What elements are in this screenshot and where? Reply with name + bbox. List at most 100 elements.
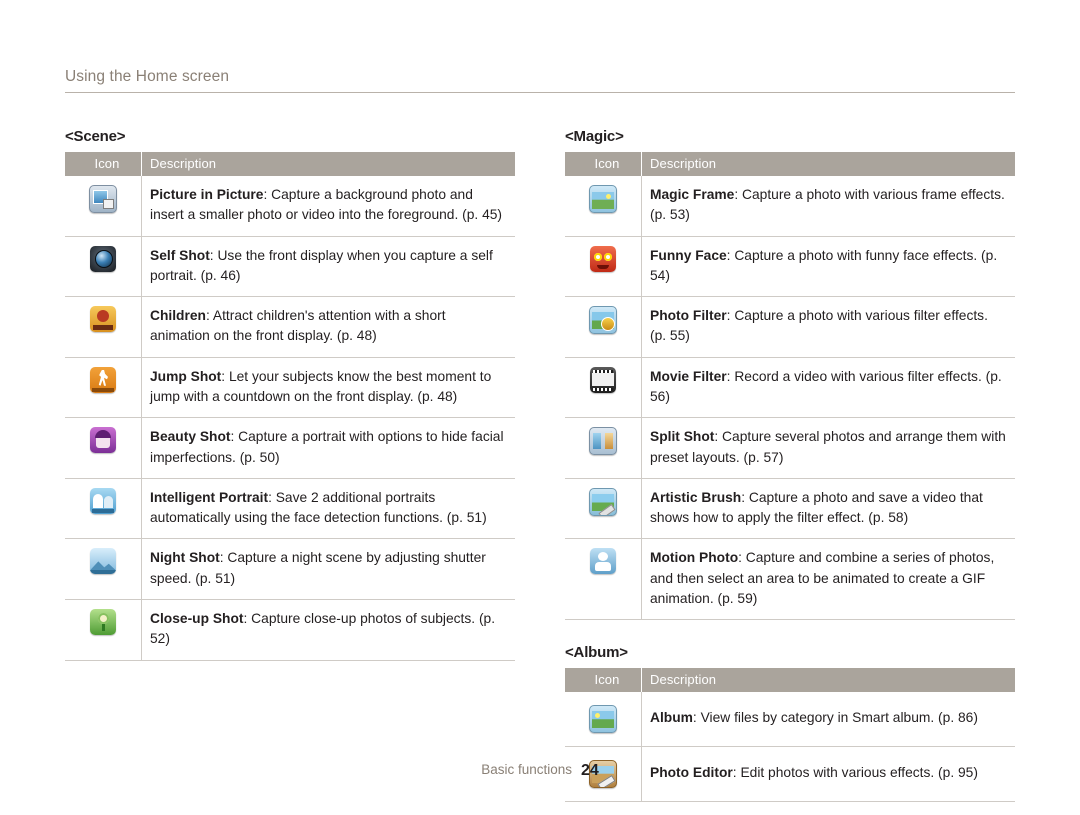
row-description-cell: Movie Filter: Record a video with variou… (641, 357, 1015, 419)
motion-photo-icon (590, 548, 616, 575)
row-icon-cell (565, 357, 642, 419)
row-description-cell: Photo Filter: Capture a photo with vario… (641, 296, 1015, 358)
row-description-cell: Intelligent Portrait: Save 2 additional … (141, 478, 515, 540)
album-table: Icon Description Album: View files by ca… (565, 668, 1015, 803)
feature-name: Night Shot (150, 550, 220, 566)
night-shot-icon (90, 548, 116, 575)
funny-face-icon (590, 245, 616, 272)
feature-name: Jump Shot (150, 368, 222, 384)
self-shot-icon (90, 245, 116, 272)
table-header-row: Icon Description (65, 152, 515, 176)
album-icon (589, 705, 617, 734)
page-header: Using the Home screen (65, 68, 1015, 93)
table-row: Intelligent Portrait: Save 2 additional … (65, 478, 515, 540)
table-header-row: Icon Description (565, 152, 1015, 176)
row-description-cell: Night Shot: Capture a night scene by adj… (141, 538, 515, 600)
row-description-cell: Self Shot: Use the front display when yo… (141, 236, 515, 298)
table-row: Movie Filter: Record a video with variou… (565, 357, 1015, 419)
section-title-magic: <Magic> (565, 128, 624, 145)
artistic-brush-icon (589, 487, 617, 516)
feature-name: Intelligent Portrait (150, 489, 269, 505)
magic-table: Icon Description Magic Frame: Capture a … (565, 152, 1015, 621)
table-row: Picture in Picture: Capture a background… (65, 176, 515, 237)
row-description-cell: Jump Shot: Let your subjects know the be… (141, 357, 515, 419)
feature-name: Funny Face (650, 247, 727, 263)
row-description-cell: Close-up Shot: Capture close-up photos o… (141, 599, 515, 661)
page-footer: Basic functions 24 (0, 762, 1080, 780)
row-icon-cell (565, 296, 642, 358)
row-description-cell: Beauty Shot: Capture a portrait with opt… (141, 417, 515, 479)
beauty-shot-icon (90, 427, 116, 454)
row-icon-cell (65, 599, 142, 661)
row-description-cell: Picture in Picture: Capture a background… (141, 176, 515, 237)
feature-name: Magic Frame (650, 187, 735, 202)
document-page: Using the Home screen <Scene> Icon Descr… (0, 0, 1080, 815)
header-divider (65, 92, 1015, 93)
row-icon-cell (65, 417, 142, 479)
column-header-description: Description (141, 152, 515, 176)
page-number: 24 (581, 762, 599, 779)
table-row: Close-up Shot: Capture close-up photos o… (65, 599, 515, 661)
row-icon-cell (565, 692, 642, 748)
table-row: Photo Filter: Capture a photo with vario… (565, 296, 1015, 358)
row-icon-cell (65, 296, 142, 358)
row-icon-cell (65, 176, 142, 237)
table-row: Split Shot: Capture several photos and a… (565, 417, 1015, 479)
movie-filter-icon (590, 366, 616, 393)
table-row: Motion Photo: Capture and combine a seri… (565, 538, 1015, 621)
column-header-description: Description (641, 152, 1015, 176)
feature-name: Self Shot (150, 247, 210, 263)
table-row: Beauty Shot: Capture a portrait with opt… (65, 417, 515, 479)
row-description-cell: Artistic Brush: Capture a photo and save… (641, 478, 1015, 540)
row-description-cell: Funny Face: Capture a photo with funny f… (641, 236, 1015, 298)
row-icon-cell (65, 357, 142, 419)
column-header-icon: Icon (65, 152, 142, 176)
table-row: Funny Face: Capture a photo with funny f… (565, 236, 1015, 298)
column-header-description: Description (641, 668, 1015, 693)
row-icon-cell (65, 538, 142, 600)
footer-label: Basic functions (481, 762, 572, 777)
row-description-cell: Children: Attract children's attention w… (141, 296, 515, 358)
section-scene: <Scene> Icon Description Picture in Pict… (65, 128, 515, 661)
section-magic-album: <Magic> Icon Description Magic Frame: Ca… (565, 128, 1015, 803)
section-title-album: <Album> (565, 644, 628, 662)
column-header-icon: Icon (565, 668, 642, 693)
row-icon-cell (565, 176, 642, 237)
feature-name: Picture in Picture (150, 187, 264, 202)
feature-name: Movie Filter (650, 368, 727, 384)
row-icon-cell (565, 538, 642, 621)
feature-name: Artistic Brush (650, 489, 742, 505)
row-description-cell: Magic Frame: Capture a photo with variou… (641, 176, 1015, 237)
scene-table: Icon Description Picture in Picture: Cap… (65, 152, 515, 661)
feature-name: Album (650, 710, 693, 726)
table-header-row: Icon Description (565, 668, 1015, 693)
table-row: Artistic Brush: Capture a photo and save… (565, 478, 1015, 540)
photo-filter-icon (589, 306, 617, 335)
row-icon-cell (65, 478, 142, 540)
header-title: Using the Home screen (65, 68, 230, 85)
row-icon-cell (65, 236, 142, 298)
feature-name: Photo Filter (650, 308, 727, 324)
intelligent-portrait-icon (90, 487, 116, 514)
feature-name: Split Shot (650, 429, 715, 445)
feature-text: : View files by category in Smart album.… (692, 710, 978, 726)
feature-name: Motion Photo (650, 550, 739, 566)
children-icon (90, 306, 116, 333)
column-header-icon: Icon (565, 152, 642, 176)
section-title-scene: <Scene> (65, 128, 126, 145)
split-shot-icon (589, 427, 617, 456)
row-description-cell: Album: View files by category in Smart a… (641, 692, 1015, 748)
table-row: Album: View files by category in Smart a… (565, 692, 1015, 748)
row-icon-cell (565, 478, 642, 540)
feature-name: Children (150, 308, 206, 324)
table-row: Night Shot: Capture a night scene by adj… (65, 538, 515, 600)
table-row: Jump Shot: Let your subjects know the be… (65, 357, 515, 419)
table-row: Self Shot: Use the front display when yo… (65, 236, 515, 298)
row-description-cell: Motion Photo: Capture and combine a seri… (641, 538, 1015, 621)
close-up-shot-icon (90, 608, 116, 635)
row-icon-cell (565, 236, 642, 298)
row-icon-cell (565, 417, 642, 479)
magic-frame-icon (589, 185, 617, 213)
feature-name: Beauty Shot (150, 429, 231, 445)
jump-shot-icon (90, 366, 116, 393)
